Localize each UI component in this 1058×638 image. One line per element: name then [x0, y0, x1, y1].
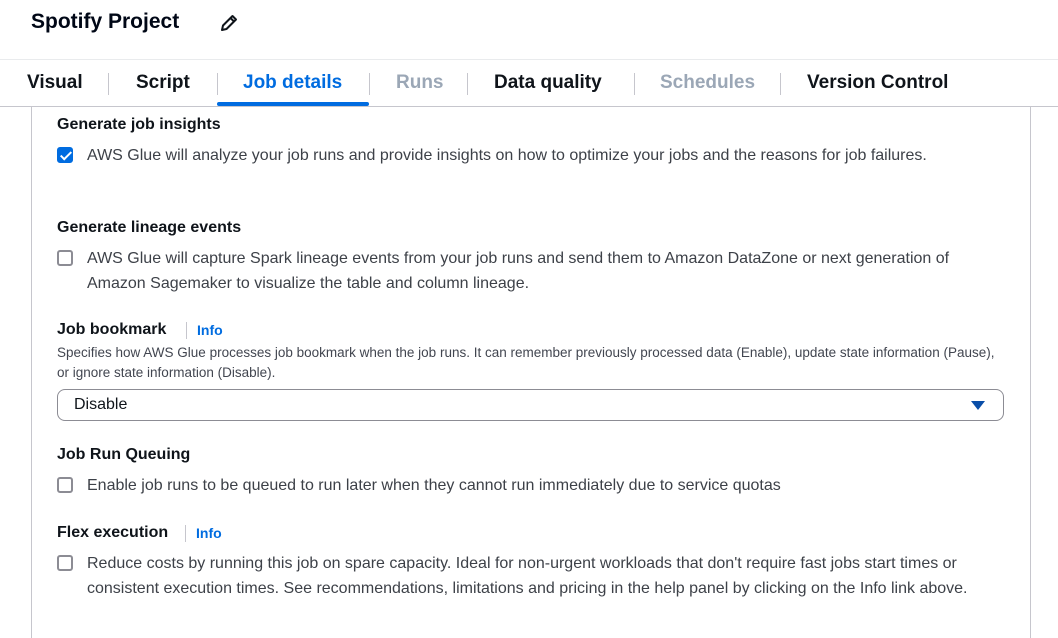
- page-title: Spotify Project: [31, 10, 180, 33]
- flex-execution-checkbox[interactable]: [57, 555, 73, 571]
- pencil-icon[interactable]: [218, 12, 240, 34]
- tab-bar: Visual Script Job details Runs Data qual…: [0, 60, 1058, 107]
- job-bookmark-selected-value: Disable: [74, 396, 128, 413]
- tab-script[interactable]: Script: [136, 60, 190, 106]
- tab-divider: [217, 73, 218, 95]
- job-bookmark-label: Job bookmark: [57, 321, 167, 338]
- tab-schedules[interactable]: Schedules: [660, 60, 755, 106]
- run-queuing-label: Job Run Queuing: [57, 446, 191, 463]
- run-queuing-checkbox[interactable]: [57, 477, 73, 493]
- lineage-events-description: AWS Glue will capture Spark lineage even…: [87, 250, 950, 292]
- tab-data-quality[interactable]: Data quality: [494, 60, 602, 106]
- active-tab-indicator: [217, 102, 369, 106]
- lineage-events-label: Generate lineage events: [57, 219, 242, 236]
- job-insights-description: AWS Glue will analyze your job runs and …: [87, 147, 927, 164]
- job-insights-checkbox[interactable]: [57, 147, 73, 163]
- tab-job-details[interactable]: Job details: [243, 60, 342, 106]
- tab-visual[interactable]: Visual: [27, 60, 83, 106]
- job-insights-label: Generate job insights: [57, 116, 221, 133]
- page-header: Spotify Project: [0, 0, 1058, 60]
- caret-down-icon: [971, 401, 985, 410]
- tab-runs[interactable]: Runs: [396, 60, 444, 106]
- flex-execution-label: Flex execution: [57, 524, 169, 541]
- tab-divider: [369, 73, 370, 95]
- tab-version-control[interactable]: Version Control: [807, 60, 948, 106]
- run-queuing-description: Enable job runs to be queued to run late…: [87, 477, 781, 494]
- job-bookmark-select[interactable]: Disable: [57, 389, 1004, 421]
- lineage-events-checkbox[interactable]: [57, 250, 73, 266]
- job-bookmark-info-link[interactable]: Info: [186, 322, 223, 339]
- flex-execution-description: Reduce costs by running this job on spar…: [87, 555, 968, 597]
- tab-divider: [634, 73, 635, 95]
- tab-divider: [108, 73, 109, 95]
- flex-execution-info-link[interactable]: Info: [185, 525, 222, 542]
- job-bookmark-description: Specifies how AWS Glue processes job boo…: [57, 345, 995, 380]
- tab-divider: [467, 73, 468, 95]
- tab-divider: [780, 73, 781, 95]
